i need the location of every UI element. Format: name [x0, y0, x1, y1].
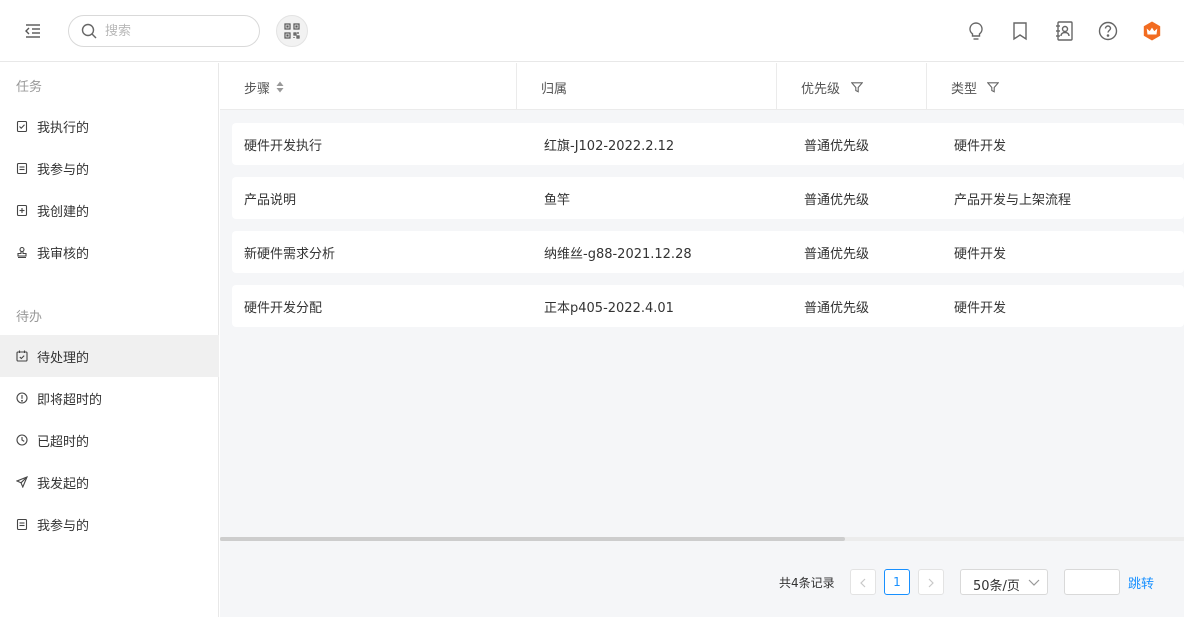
section-title-tasks: 任务 — [16, 80, 43, 95]
section-title-todo: 待办 — [16, 310, 43, 325]
page-size-select[interactable]: 50条/页 — [960, 569, 1048, 595]
send-icon — [16, 476, 28, 488]
sidebar-item-my-initiated[interactable]: 我发起的 — [0, 461, 219, 503]
sidebar-item-my-created[interactable]: 我创建的 — [0, 189, 219, 231]
cell-priority: 普通优先级 — [804, 193, 870, 208]
sort-icon[interactable] — [276, 81, 284, 93]
sidebar-item-my-participated[interactable]: 我参与的 — [0, 147, 219, 189]
cell-priority: 普通优先级 — [804, 247, 870, 262]
sidebar-item-label: 我参与的 — [37, 163, 90, 178]
cell-type: 硬件开发 — [954, 139, 1007, 154]
cell-type: 硬件开发 — [954, 301, 1007, 316]
contacts-icon[interactable] — [1053, 20, 1075, 42]
chevron-down-icon — [1028, 579, 1040, 586]
cell-type: 产品开发与上架流程 — [954, 193, 1072, 208]
clock-icon — [16, 434, 28, 446]
filter-icon[interactable] — [987, 82, 999, 93]
qr-code-icon — [284, 23, 300, 39]
sidebar: 任务 我执行的 我参与的 我创建的 我审核的 待办 待处理的 即将超时的 已超时… — [0, 63, 219, 617]
top-header — [0, 0, 1184, 62]
table-row[interactable]: 硬件开发执行 红旗-J102-2022.2.12 普通优先级 硬件开发 — [232, 123, 1184, 165]
help-icon[interactable] — [1097, 20, 1119, 42]
cell-belongs: 纳维丝-g88-2021.12.28 — [544, 247, 692, 262]
main-content: 步骤 归属 优先级 类型 硬件开发执行 红旗-J102-2022.2.12 普通… — [220, 63, 1184, 617]
cell-step: 新硬件需求分析 — [244, 247, 336, 262]
cell-belongs: 鱼竿 — [544, 193, 571, 208]
lightbulb-icon[interactable] — [965, 20, 987, 42]
stamp-icon — [17, 246, 27, 258]
search-box — [68, 15, 260, 47]
sidebar-item-label: 已超时的 — [37, 435, 90, 450]
qr-code-button[interactable] — [276, 15, 308, 47]
menu-collapse-icon[interactable] — [24, 22, 42, 40]
clipboard-list-icon — [16, 162, 28, 174]
cell-step: 产品说明 — [244, 193, 297, 208]
calendar-check-icon — [16, 350, 28, 362]
chevron-right-icon — [928, 578, 934, 588]
column-header-priority[interactable]: 优先级 — [777, 63, 927, 110]
clipboard-list-icon — [16, 518, 28, 530]
sidebar-item-my-executed[interactable]: 我执行的 — [0, 105, 219, 147]
sidebar-item-pending[interactable]: 待处理的 — [0, 335, 219, 377]
next-page-button[interactable] — [918, 569, 944, 595]
cell-belongs: 正本p405-2022.4.01 — [544, 301, 674, 316]
alert-circle-icon — [16, 392, 28, 404]
sidebar-item-label: 待处理的 — [37, 351, 90, 366]
jump-button[interactable]: 跳转 — [1128, 573, 1154, 592]
column-header-label: 优先级 — [801, 82, 841, 97]
search-input[interactable] — [105, 20, 245, 42]
sidebar-item-todo-participated[interactable]: 我参与的 — [0, 503, 219, 545]
cell-step: 硬件开发执行 — [244, 139, 323, 154]
table-row[interactable]: 产品说明 鱼竿 普通优先级 产品开发与上架流程 — [232, 177, 1184, 219]
column-header-type[interactable]: 类型 — [927, 63, 1184, 110]
avatar[interactable] — [1141, 20, 1163, 42]
total-records: 共4条记录 — [779, 576, 835, 590]
clipboard-plus-icon — [16, 204, 28, 216]
horizontal-scrollbar[interactable] — [220, 537, 1184, 541]
column-header-step[interactable]: 步骤 — [220, 63, 517, 110]
jump-page-input[interactable] — [1064, 569, 1120, 595]
filter-icon[interactable] — [851, 82, 863, 93]
scrollbar-thumb[interactable] — [220, 537, 845, 541]
sidebar-item-label: 即将超时的 — [37, 393, 103, 408]
column-header-belongs: 归属 — [517, 63, 777, 110]
cell-belongs: 红旗-J102-2022.2.12 — [544, 139, 675, 154]
clipboard-check-icon — [16, 120, 28, 132]
sidebar-item-overdue[interactable]: 已超时的 — [0, 419, 219, 461]
page-button-current[interactable]: 1 — [884, 569, 910, 595]
bookmark-icon[interactable] — [1009, 20, 1031, 42]
search-icon — [81, 23, 97, 39]
column-header-label: 归属 — [541, 82, 568, 97]
sidebar-item-label: 我创建的 — [37, 205, 90, 220]
cell-step: 硬件开发分配 — [244, 301, 323, 316]
page-size-value: 50条/页 — [973, 579, 1020, 594]
column-header-label: 步骤 — [244, 82, 271, 97]
sidebar-item-label: 我参与的 — [37, 519, 90, 534]
cell-type: 硬件开发 — [954, 247, 1007, 262]
table-header: 步骤 归属 优先级 类型 — [220, 63, 1184, 110]
sidebar-item-label: 我审核的 — [37, 247, 90, 262]
sidebar-item-label: 我发起的 — [37, 477, 90, 492]
sidebar-item-almost-overdue[interactable]: 即将超时的 — [0, 377, 219, 419]
column-header-label: 类型 — [951, 82, 978, 97]
cell-priority: 普通优先级 — [804, 301, 870, 316]
sidebar-item-label: 我执行的 — [37, 121, 90, 136]
table-row[interactable]: 新硬件需求分析 纳维丝-g88-2021.12.28 普通优先级 硬件开发 — [232, 231, 1184, 273]
chevron-left-icon — [860, 578, 866, 588]
prev-page-button[interactable] — [850, 569, 876, 595]
sidebar-item-my-reviewed[interactable]: 我审核的 — [0, 231, 219, 273]
cell-priority: 普通优先级 — [804, 139, 870, 154]
table-row[interactable]: 硬件开发分配 正本p405-2022.4.01 普通优先级 硬件开发 — [232, 285, 1184, 327]
